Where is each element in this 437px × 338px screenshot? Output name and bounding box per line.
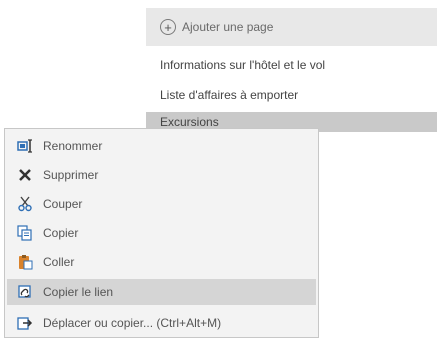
menu-item-label: Renommer <box>43 139 103 153</box>
menu-item-cut[interactable]: Couper <box>7 191 316 217</box>
cut-icon <box>17 196 33 212</box>
add-page-button[interactable]: + Ajouter une page <box>146 8 437 46</box>
menu-item-label: Coller <box>43 255 75 269</box>
rename-icon <box>17 138 33 154</box>
menu-item-label: Copier <box>43 226 79 240</box>
page-item-liste-affaires[interactable]: Liste d'affaires à emporter <box>146 84 437 106</box>
menu-item-label: Copier le lien <box>43 285 114 299</box>
link-icon <box>17 284 33 300</box>
menu-item-label: Déplacer ou copier... (Ctrl+Alt+M) <box>43 316 222 330</box>
menu-item-copy[interactable]: Copier <box>7 220 316 246</box>
page-item-label: Informations sur l'hôtel et le vol <box>160 58 326 72</box>
plus-circle-icon: + <box>160 19 176 35</box>
menu-item-delete[interactable]: Supprimer <box>7 162 316 188</box>
menu-item-rename[interactable]: Renommer <box>7 133 316 159</box>
page-item-hotel-vol[interactable]: Informations sur l'hôtel et le vol <box>146 54 437 76</box>
menu-item-copy-link[interactable]: Copier le lien <box>7 279 316 305</box>
menu-item-paste[interactable]: Coller <box>7 249 316 275</box>
menu-item-move-copy[interactable]: Déplacer ou copier... (Ctrl+Alt+M) <box>7 310 316 336</box>
page-item-label: Excursions <box>160 115 219 129</box>
add-page-label: Ajouter une page <box>182 20 274 34</box>
copy-icon <box>17 225 33 241</box>
context-menu: Renommer Supprimer Couper Copier Coller … <box>4 128 319 338</box>
delete-icon <box>17 167 33 183</box>
paste-icon <box>17 254 33 270</box>
menu-item-label: Couper <box>43 197 83 211</box>
move-copy-icon <box>17 315 33 331</box>
menu-item-label: Supprimer <box>43 168 99 182</box>
page-item-label: Liste d'affaires à emporter <box>160 88 299 102</box>
